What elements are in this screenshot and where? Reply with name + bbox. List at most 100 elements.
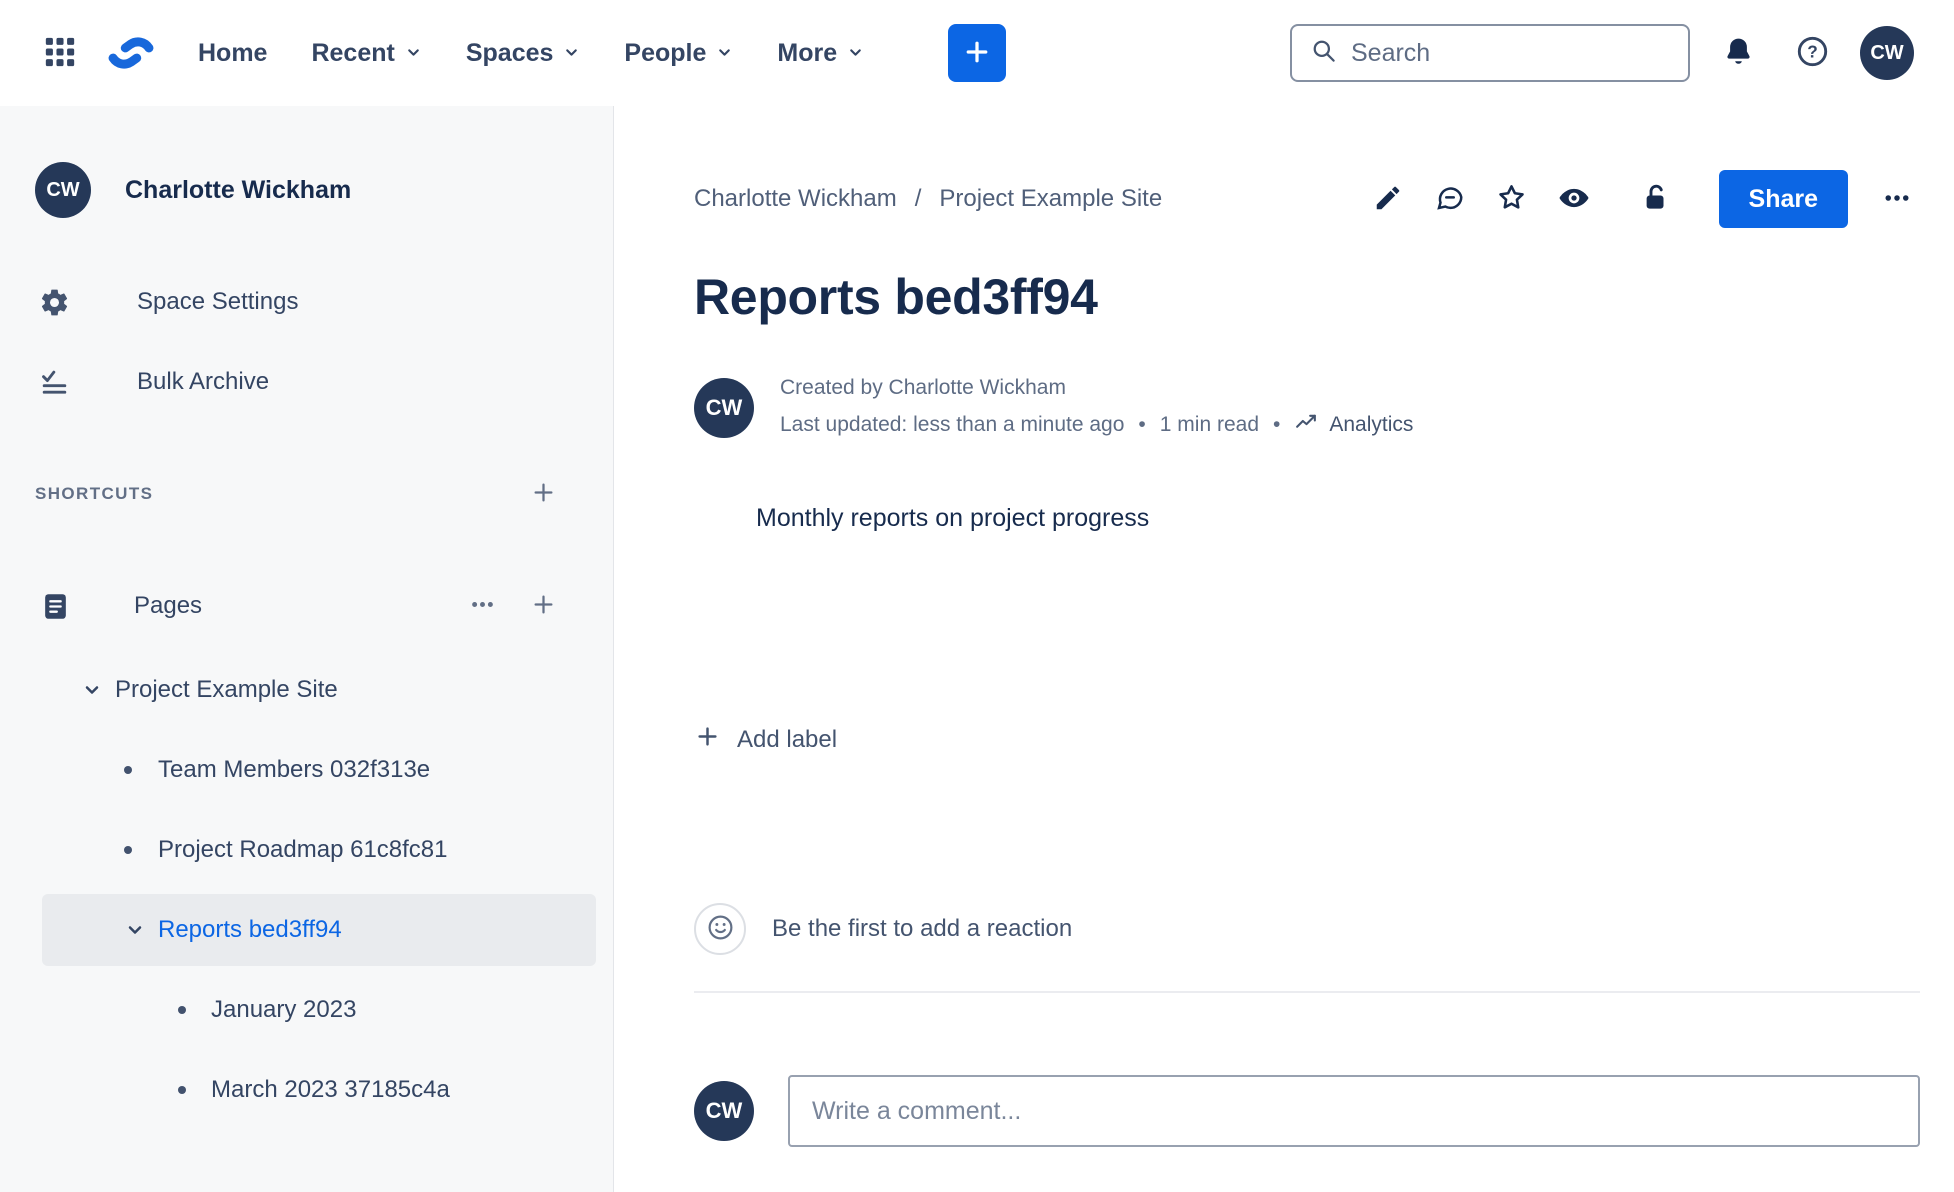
- edit-icon: [1373, 183, 1403, 216]
- tree-item-team-members[interactable]: Team Members 032f313e: [42, 730, 596, 810]
- comment-input[interactable]: [788, 1075, 1920, 1147]
- nav-home-label: Home: [198, 38, 268, 67]
- page-more-button[interactable]: [1874, 176, 1920, 222]
- workspace: CW Charlotte Wickham Space Settings Bulk…: [0, 106, 1954, 1192]
- nav-home[interactable]: Home: [198, 39, 267, 68]
- nav-more[interactable]: More: [777, 39, 864, 68]
- watch-button[interactable]: [1551, 176, 1597, 222]
- search-box: [1290, 24, 1690, 82]
- page-content: Charlotte Wickham / Project Example Site: [614, 106, 1954, 1192]
- pages-label: Pages: [134, 592, 203, 619]
- app-grid-icon: [43, 35, 77, 72]
- search-input[interactable]: [1351, 38, 1673, 68]
- author-avatar[interactable]: CW: [694, 378, 754, 438]
- comment-composer: CW: [694, 1075, 1920, 1147]
- more-icon: [1882, 183, 1912, 216]
- user-avatar[interactable]: CW: [1860, 26, 1914, 80]
- analytics-link[interactable]: Analytics: [1294, 409, 1413, 440]
- svg-text:?: ?: [1807, 42, 1818, 62]
- add-shortcut-button[interactable]: [530, 479, 557, 509]
- bullet-icon: [178, 1086, 186, 1094]
- breadcrumb-separator: /: [914, 185, 922, 212]
- tree-item-label: Project Roadmap 61c8fc81: [158, 836, 448, 863]
- page-tree: Project Example Site Team Members 032f31…: [0, 650, 613, 1130]
- bullet-icon: [178, 1006, 186, 1014]
- space-avatar: CW: [35, 162, 91, 218]
- tree-item-project-example-site[interactable]: Project Example Site: [42, 650, 596, 730]
- help-icon: ?: [1796, 35, 1829, 71]
- nav-recent-label: Recent: [311, 38, 395, 67]
- gear-icon: [35, 287, 73, 318]
- top-navigation-bar: Home Recent Spaces People More Search ? …: [0, 0, 1954, 106]
- plus-icon: [694, 723, 721, 757]
- comment-button[interactable]: [1427, 176, 1473, 222]
- add-reaction-button[interactable]: [694, 903, 746, 955]
- comment-icon: [1435, 183, 1465, 216]
- page-title: Reports bed3ff94: [694, 269, 1098, 325]
- tree-item-label: Reports bed3ff94: [158, 916, 342, 943]
- primary-nav: Home Recent Spaces People More: [198, 39, 864, 68]
- star-button[interactable]: [1489, 176, 1535, 222]
- space-menu: Space Settings Bulk Archive: [0, 262, 613, 422]
- reactions-prompt: Be the first to add a reaction: [772, 915, 1073, 942]
- tree-item-january-2023[interactable]: January 2023: [42, 970, 596, 1050]
- create-button[interactable]: [948, 24, 1007, 82]
- shortcuts-section: SHORTCUTS: [0, 474, 613, 514]
- breadcrumb-item-page[interactable]: Project Example Site: [939, 185, 1162, 213]
- nav-recent[interactable]: Recent: [311, 39, 421, 68]
- dot-separator: •: [1138, 412, 1146, 436]
- space-name: Charlotte Wickham: [125, 175, 352, 204]
- space-header[interactable]: CW Charlotte Wickham: [0, 162, 613, 218]
- help-button[interactable]: ?: [1786, 27, 1838, 79]
- edit-button[interactable]: [1365, 176, 1411, 222]
- unlock-icon: [1641, 183, 1671, 216]
- plus-icon: [962, 37, 992, 70]
- chevron-down-icon: [563, 39, 580, 68]
- chevron-down-icon: [81, 680, 103, 700]
- created-by-text[interactable]: Created by Charlotte Wickham: [780, 376, 1413, 400]
- dot-separator: •: [1273, 412, 1281, 436]
- tree-item-label: Project Example Site: [115, 676, 338, 703]
- star-icon: [1496, 182, 1527, 216]
- last-updated-text: Last updated: less than a minute ago: [780, 412, 1125, 436]
- nav-people-label: People: [624, 38, 707, 67]
- tree-item-march-2023[interactable]: March 2023 37185c4a: [42, 1050, 596, 1130]
- chevron-down-icon: [405, 39, 422, 68]
- chevron-down-icon: [716, 39, 733, 68]
- analytics-label: Analytics: [1329, 412, 1414, 436]
- pages-more-button[interactable]: [469, 591, 496, 621]
- bullet-icon: [124, 766, 132, 774]
- sidebar-item-space-settings[interactable]: Space Settings: [0, 262, 613, 342]
- pages-section-header[interactable]: Pages: [0, 574, 613, 638]
- breadcrumb: Charlotte Wickham / Project Example Site: [694, 185, 1162, 213]
- bulk-archive-icon: [35, 367, 73, 398]
- confluence-logo[interactable]: [108, 30, 154, 76]
- page-header: Charlotte Wickham / Project Example Site: [694, 170, 1920, 228]
- chevron-down-icon: [847, 39, 864, 68]
- add-page-button[interactable]: [530, 591, 557, 621]
- share-button[interactable]: Share: [1718, 170, 1848, 228]
- shortcuts-header: SHORTCUTS: [35, 484, 154, 503]
- nav-more-label: More: [777, 38, 838, 67]
- page-actions: Share: [1365, 170, 1920, 228]
- notifications-button[interactable]: [1712, 27, 1764, 79]
- plus-icon: [530, 479, 557, 509]
- page-body-text: Monthly reports on project progress: [756, 504, 1150, 532]
- restrictions-button[interactable]: [1633, 176, 1679, 222]
- more-icon: [469, 591, 496, 621]
- app-switcher-button[interactable]: [36, 29, 84, 77]
- nav-spaces[interactable]: Spaces: [466, 39, 581, 68]
- bullet-icon: [124, 846, 132, 854]
- read-time-text: 1 min read: [1159, 412, 1259, 436]
- tree-item-project-roadmap[interactable]: Project Roadmap 61c8fc81: [42, 810, 596, 890]
- sidebar-item-label: Bulk Archive: [137, 368, 270, 395]
- byline: CW Created by Charlotte Wickham Last upd…: [694, 376, 1920, 440]
- breadcrumb-item-space[interactable]: Charlotte Wickham: [694, 185, 897, 213]
- tree-item-label: January 2023: [211, 996, 357, 1023]
- nav-people[interactable]: People: [624, 39, 733, 68]
- add-label-button[interactable]: Add label: [694, 723, 837, 757]
- chevron-down-icon: [124, 920, 146, 940]
- watch-icon: [1558, 182, 1590, 217]
- tree-item-reports-selected[interactable]: Reports bed3ff94: [42, 894, 596, 966]
- sidebar-item-bulk-archive[interactable]: Bulk Archive: [0, 342, 613, 422]
